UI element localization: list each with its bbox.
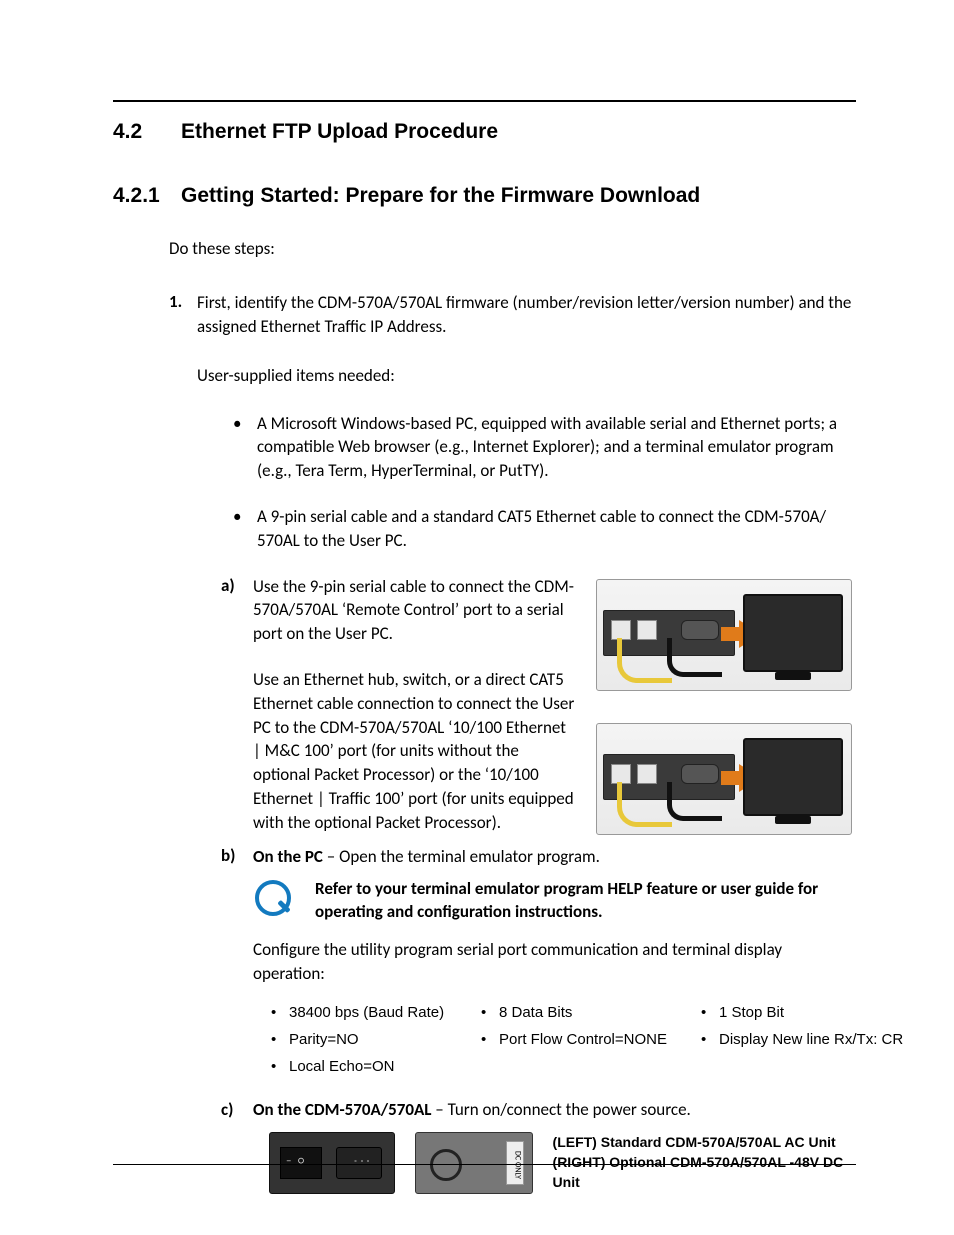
setting-parity: Parity=NO (289, 1031, 359, 1048)
substep-a-p2: Use an Ethernet hub, switch, or a direct… (253, 668, 576, 835)
substep-a-p1: Use the 9-pin serial cable to connect th… (253, 575, 576, 646)
list-item-text: A 9-pin serial cable and a standard CAT5… (257, 505, 856, 553)
power-figures-row: DC ONLY (LEFT) Standard CDM-570A/570AL A… (269, 1132, 856, 1194)
step-1: 1. First, identify the CDM-570A/570AL fi… (169, 291, 856, 339)
bullet-icon: • (271, 1031, 289, 1048)
bullet-icon: • (701, 1004, 719, 1021)
step-1-text: First, identify the CDM-570A/570AL firmw… (197, 291, 856, 339)
list-item: • A 9-pin serial cable and a standard CA… (233, 505, 856, 553)
substep-b-label: b) (221, 845, 253, 869)
subsection-title: Getting Started: Prepare for the Firmwar… (181, 184, 700, 208)
bullet-icon: • (233, 412, 257, 483)
setting-stopbit: 1 Stop Bit (719, 1004, 784, 1021)
note-text: Refer to your terminal emulator program … (315, 878, 856, 924)
bullet-icon: • (233, 505, 257, 553)
bullet-icon: • (271, 1004, 289, 1021)
setting-newline: Display New line Rx/Tx: CR (719, 1031, 903, 1048)
list-item: • A Microsoft Windows-based PC, equipped… (233, 412, 856, 483)
substep-b-rest: – Open the terminal emulator program. (323, 846, 600, 867)
power-caption-left: (LEFT) Standard CDM-570A/570AL AC Unit (553, 1133, 856, 1153)
subsection-number: 4.2.1 (113, 184, 181, 208)
substep-c: c) On the CDM-570A/570AL – Turn on/conne… (221, 1099, 856, 1120)
bullet-icon: • (481, 1004, 499, 1021)
connection-figure-serial (596, 579, 852, 691)
magnifier-icon (253, 878, 297, 922)
bottom-rule (113, 1164, 856, 1165)
substep-a-label: a) (221, 575, 253, 835)
bullet-icon: • (701, 1031, 719, 1048)
setting-flowcontrol: Port Flow Control=NONE (499, 1031, 667, 1048)
substep-c-label: c) (221, 1099, 253, 1120)
setting-localecho: Local Echo=ON (289, 1058, 394, 1075)
dc-power-unit-figure: DC ONLY (415, 1132, 532, 1194)
note-block: Refer to your terminal emulator program … (253, 878, 856, 924)
connection-figure-ethernet (596, 723, 852, 835)
subsection-heading: 4.2.1 Getting Started: Prepare for the F… (113, 184, 856, 208)
power-caption: (LEFT) Standard CDM-570A/570AL AC Unit (… (553, 1133, 856, 1192)
config-instruction: Configure the utility program serial por… (253, 938, 856, 986)
section-heading: 4.2 Ethernet FTP Upload Procedure (113, 120, 856, 144)
substep-a: a) Use the 9-pin serial cable to connect… (221, 575, 856, 835)
dc-only-tag: DC ONLY (506, 1141, 524, 1185)
bullet-icon: • (271, 1058, 289, 1075)
section-title: Ethernet FTP Upload Procedure (181, 120, 498, 144)
serial-settings-grid: •38400 bps (Baud Rate) •8 Data Bits •1 S… (271, 1004, 856, 1075)
power-caption-right: (RIGHT) Optional CDM-570A/570AL -48V DC … (553, 1153, 856, 1192)
substep-b: b) On the PC – Open the terminal emulato… (221, 845, 856, 869)
section-number: 4.2 (113, 120, 181, 144)
setting-baud: 38400 bps (Baud Rate) (289, 1004, 444, 1021)
ac-power-unit-figure (269, 1132, 395, 1194)
setting-databits: 8 Data Bits (499, 1004, 572, 1021)
list-item-text: A Microsoft Windows-based PC, equipped w… (257, 412, 856, 483)
bullet-icon: • (481, 1031, 499, 1048)
substep-c-bold: On the CDM-570A/570AL (253, 1099, 431, 1120)
substep-c-rest: – Turn on/connect the power source. (431, 1099, 690, 1120)
intro-text: Do these steps: (169, 238, 856, 259)
user-items-list: • A Microsoft Windows-based PC, equipped… (233, 412, 856, 553)
top-rule (113, 100, 856, 102)
user-items-intro: User-supplied items needed: (197, 365, 856, 386)
step-1-number: 1. (169, 291, 197, 339)
substep-b-bold: On the PC (253, 846, 323, 867)
